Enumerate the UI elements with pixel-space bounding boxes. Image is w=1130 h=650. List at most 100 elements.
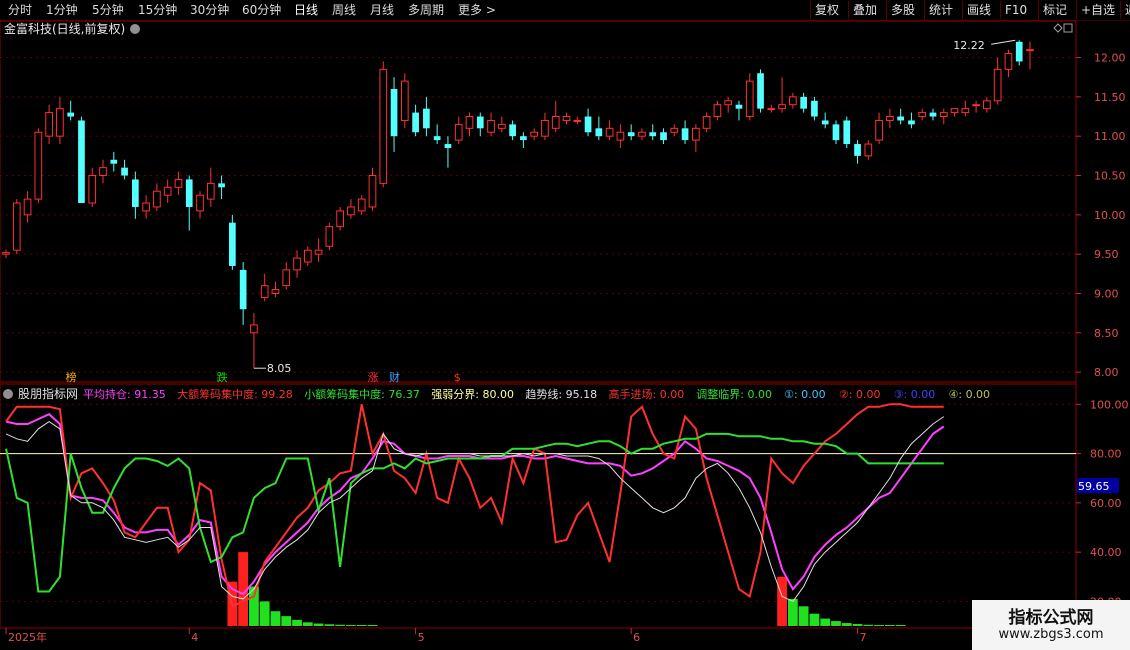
candle-50[interactable] — [541, 112, 549, 141]
candle-63[interactable] — [681, 120, 689, 145]
candle-36[interactable] — [390, 77, 398, 152]
candle-42[interactable] — [454, 116, 463, 145]
candle-14[interactable] — [153, 183, 161, 211]
candle-83[interactable] — [897, 108, 904, 125]
candle-64[interactable] — [692, 124, 700, 152]
candle-1[interactable] — [12, 199, 21, 255]
candle-79[interactable] — [854, 140, 861, 164]
candle-7[interactable] — [78, 116, 85, 204]
candle-37[interactable] — [400, 73, 409, 129]
stock-chart[interactable]: 金富科技(日线,前复权) 12.22 8.05 榜 跌 涨财 $ 8.00 8.50 9.00 9… — [0, 0, 1130, 650]
candle-39[interactable] — [423, 96, 430, 137]
candle-17[interactable] — [185, 175, 193, 231]
chevron-down-icon[interactable] — [130, 24, 140, 34]
candle-54[interactable] — [584, 108, 592, 137]
candle-33[interactable] — [357, 195, 366, 215]
candle-20[interactable] — [218, 175, 225, 200]
candle-43[interactable] — [465, 112, 474, 137]
candle-30[interactable] — [325, 222, 334, 251]
candle-68[interactable] — [735, 100, 743, 121]
candle-69[interactable] — [745, 73, 754, 121]
candle-41[interactable] — [444, 136, 452, 168]
candle-85[interactable] — [918, 108, 927, 121]
candle-10[interactable] — [110, 151, 118, 172]
window-icon[interactable] — [1063, 23, 1073, 33]
candle-31[interactable] — [336, 206, 344, 231]
candle-73[interactable] — [789, 92, 797, 109]
candle-82[interactable] — [886, 108, 894, 129]
candle-56[interactable] — [605, 120, 614, 141]
candle-8[interactable] — [88, 167, 97, 207]
candle-18[interactable] — [196, 191, 204, 219]
candle-67[interactable] — [724, 96, 733, 113]
candle-78[interactable] — [843, 116, 851, 148]
candle-88[interactable] — [950, 108, 959, 117]
candle-19[interactable] — [206, 167, 215, 207]
candle-52[interactable] — [562, 112, 571, 125]
event-marker-4[interactable]: $ — [454, 371, 461, 384]
candle-44[interactable] — [476, 112, 484, 137]
candle-95[interactable] — [1026, 41, 1034, 70]
candle-49[interactable] — [530, 128, 539, 141]
candle-51[interactable] — [551, 100, 560, 133]
candle-22[interactable] — [239, 262, 247, 325]
candle-77[interactable] — [832, 120, 840, 145]
chevron-down-icon[interactable] — [3, 389, 13, 399]
candle-62[interactable] — [670, 124, 679, 137]
candle-48[interactable] — [520, 132, 527, 148]
candle-23[interactable] — [250, 313, 258, 369]
candle-40[interactable] — [433, 124, 441, 145]
candle-5[interactable] — [56, 96, 64, 145]
candle-65[interactable] — [702, 112, 711, 133]
candle-74[interactable] — [800, 92, 807, 113]
candle-6[interactable] — [67, 100, 75, 121]
candle-21[interactable] — [229, 214, 236, 270]
candle-84[interactable] — [908, 112, 915, 129]
candle-12[interactable] — [132, 171, 139, 219]
candle-2[interactable] — [23, 191, 32, 223]
candle-71[interactable] — [767, 104, 776, 113]
candle-80[interactable] — [864, 140, 873, 160]
candle-53[interactable] — [573, 116, 582, 125]
candle-3[interactable] — [34, 128, 43, 204]
candle-9[interactable] — [99, 159, 107, 184]
event-marker-0[interactable]: 榜 — [66, 370, 77, 384]
candle-59[interactable] — [638, 128, 646, 141]
candle-70[interactable] — [757, 69, 764, 113]
candle-72[interactable] — [778, 77, 786, 113]
candle-92[interactable] — [993, 57, 1002, 105]
candle-81[interactable] — [875, 112, 883, 145]
candle-11[interactable] — [121, 159, 128, 180]
candle-87[interactable] — [939, 108, 948, 125]
candle-13[interactable] — [142, 195, 150, 219]
event-marker-1[interactable]: 跌 — [217, 370, 228, 384]
candle-60[interactable] — [649, 124, 657, 141]
candle-66[interactable] — [713, 100, 722, 121]
candle-4[interactable] — [45, 104, 53, 145]
candle-89[interactable] — [961, 100, 970, 117]
candle-26[interactable] — [282, 262, 291, 290]
candle-58[interactable] — [627, 124, 635, 141]
candle-29[interactable] — [314, 238, 323, 263]
event-marker-2[interactable]: 涨 — [367, 371, 378, 384]
candle-28[interactable] — [303, 246, 312, 266]
candle-45[interactable] — [487, 112, 495, 137]
candle-0[interactable] — [2, 249, 10, 259]
candle-47[interactable] — [509, 120, 516, 141]
candle-35[interactable] — [379, 61, 388, 188]
diamond-icon[interactable] — [1053, 23, 1063, 33]
candle-61[interactable] — [660, 128, 667, 145]
candle-90[interactable] — [972, 100, 980, 113]
candle-15[interactable] — [163, 179, 172, 204]
candle-76[interactable] — [821, 112, 829, 129]
event-marker-3[interactable]: 财 — [389, 370, 400, 384]
candle-46[interactable] — [497, 116, 506, 133]
candle-94[interactable] — [1015, 40, 1023, 66]
candle-24[interactable] — [260, 273, 269, 302]
candle-91[interactable] — [983, 96, 991, 113]
candle-34[interactable] — [368, 167, 377, 211]
candle-38[interactable] — [412, 104, 419, 137]
candle-93[interactable] — [1004, 49, 1013, 78]
candle-25[interactable] — [271, 281, 280, 298]
candle-86[interactable] — [929, 108, 937, 121]
